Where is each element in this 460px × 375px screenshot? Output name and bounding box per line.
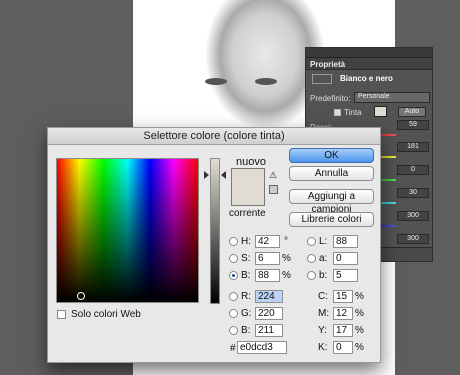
brightness-unit: % <box>282 270 291 281</box>
new-color-swatch <box>231 168 265 194</box>
lightness-input[interactable]: 88 <box>333 235 358 248</box>
hue-slider[interactable] <box>210 158 220 304</box>
slider-handle-right-icon[interactable] <box>221 171 226 179</box>
web-colors-only-checkbox[interactable] <box>57 310 66 319</box>
black-label: K: <box>318 342 328 353</box>
hex-input[interactable]: e0dcd3 <box>237 341 287 354</box>
current-color-swatch[interactable] <box>231 194 265 206</box>
add-to-swatches-button[interactable]: Aggiungi a campioni <box>289 189 374 215</box>
lightness-label: L: <box>319 236 328 247</box>
magenta-input[interactable]: 12 <box>333 307 353 320</box>
radio-blue[interactable] <box>229 326 238 335</box>
slider-handle-left-icon[interactable] <box>204 171 209 179</box>
preset-select[interactable]: Personale <box>354 92 430 103</box>
tab-properties[interactable]: Proprietà <box>306 58 432 70</box>
tint-color-swatch[interactable] <box>374 106 387 117</box>
color-picker-dialog: Selettore colore (colore tinta) nuovo co… <box>47 127 381 363</box>
yellow-input[interactable]: 17 <box>333 324 353 337</box>
web-colors-only-label: Solo colori Web <box>71 309 141 320</box>
auto-button[interactable]: Auto <box>398 107 426 117</box>
yellows-value[interactable]: 181 <box>397 142 429 152</box>
hue-unit: ° <box>284 236 288 247</box>
panel-header-bar[interactable] <box>306 48 432 58</box>
tint-checkbox[interactable] <box>334 109 341 116</box>
cyans-value[interactable]: 30 <box>397 188 429 198</box>
saturation-label: S: <box>241 253 251 264</box>
dialog-title[interactable]: Selettore colore (colore tinta) <box>48 128 380 145</box>
yellow-label: Y: <box>318 325 327 336</box>
preset-label: Predefinito: <box>310 94 351 103</box>
adjustment-layer-icon <box>312 74 332 84</box>
gamut-warning-icon[interactable]: ⚠ <box>269 171 278 180</box>
cyan-label: C: <box>318 291 328 302</box>
radio-brightness[interactable] <box>229 271 238 280</box>
radio-b-channel[interactable] <box>307 271 316 280</box>
hex-label: # <box>230 343 236 354</box>
radio-saturation[interactable] <box>229 254 238 263</box>
current-color-label: corrente <box>229 208 266 219</box>
web-safe-cube-icon[interactable] <box>269 185 278 194</box>
saturation-input[interactable]: 6 <box>255 252 280 265</box>
adjustment-title: Bianco e nero <box>340 74 393 83</box>
hue-label: H: <box>241 236 251 247</box>
a-channel-label: a: <box>319 253 328 264</box>
cyan-unit: % <box>355 291 364 302</box>
blues-value[interactable]: 300 <box>397 211 429 221</box>
brightness-label: B: <box>241 270 251 281</box>
green-label: G: <box>241 308 252 319</box>
tint-label: Tinta <box>344 108 362 117</box>
black-input[interactable]: 0 <box>333 341 353 354</box>
radio-hue[interactable] <box>229 237 238 246</box>
brightness-input[interactable]: 88 <box>255 269 280 282</box>
red-label: R: <box>241 291 251 302</box>
reds-value[interactable]: 59 <box>397 120 429 130</box>
magenta-label: M: <box>318 308 330 319</box>
red-input[interactable]: 224 <box>255 290 283 303</box>
cyan-input[interactable]: 15 <box>333 290 353 303</box>
radio-a-channel[interactable] <box>307 254 316 263</box>
radio-lightness[interactable] <box>307 237 316 246</box>
green-input[interactable]: 220 <box>255 307 283 320</box>
color-field-cursor[interactable] <box>77 292 85 300</box>
ok-button[interactable]: OK <box>289 148 374 163</box>
new-color-label: nuovo <box>236 156 266 168</box>
radio-red[interactable] <box>229 292 238 301</box>
color-field[interactable] <box>56 158 199 303</box>
blue-label: B: <box>241 325 251 336</box>
b-channel-input[interactable]: 5 <box>333 269 358 282</box>
saturation-unit: % <box>282 253 291 264</box>
magenta-unit: % <box>355 308 364 319</box>
yellow-unit: % <box>355 325 364 336</box>
cancel-button[interactable]: Annulla <box>289 166 374 181</box>
greens-value[interactable]: 0 <box>397 165 429 175</box>
photo-left-eye <box>205 78 227 85</box>
b-channel-label: b: <box>319 270 328 281</box>
a-channel-input[interactable]: 0 <box>333 252 358 265</box>
black-unit: % <box>355 342 364 353</box>
radio-green[interactable] <box>229 309 238 318</box>
photo-right-eye <box>255 78 277 85</box>
blue-input[interactable]: 211 <box>255 324 283 337</box>
magentas-value[interactable]: 300 <box>397 234 429 244</box>
hue-input[interactable]: 42 <box>255 235 280 248</box>
color-libraries-button[interactable]: Librerie colori <box>289 212 374 227</box>
